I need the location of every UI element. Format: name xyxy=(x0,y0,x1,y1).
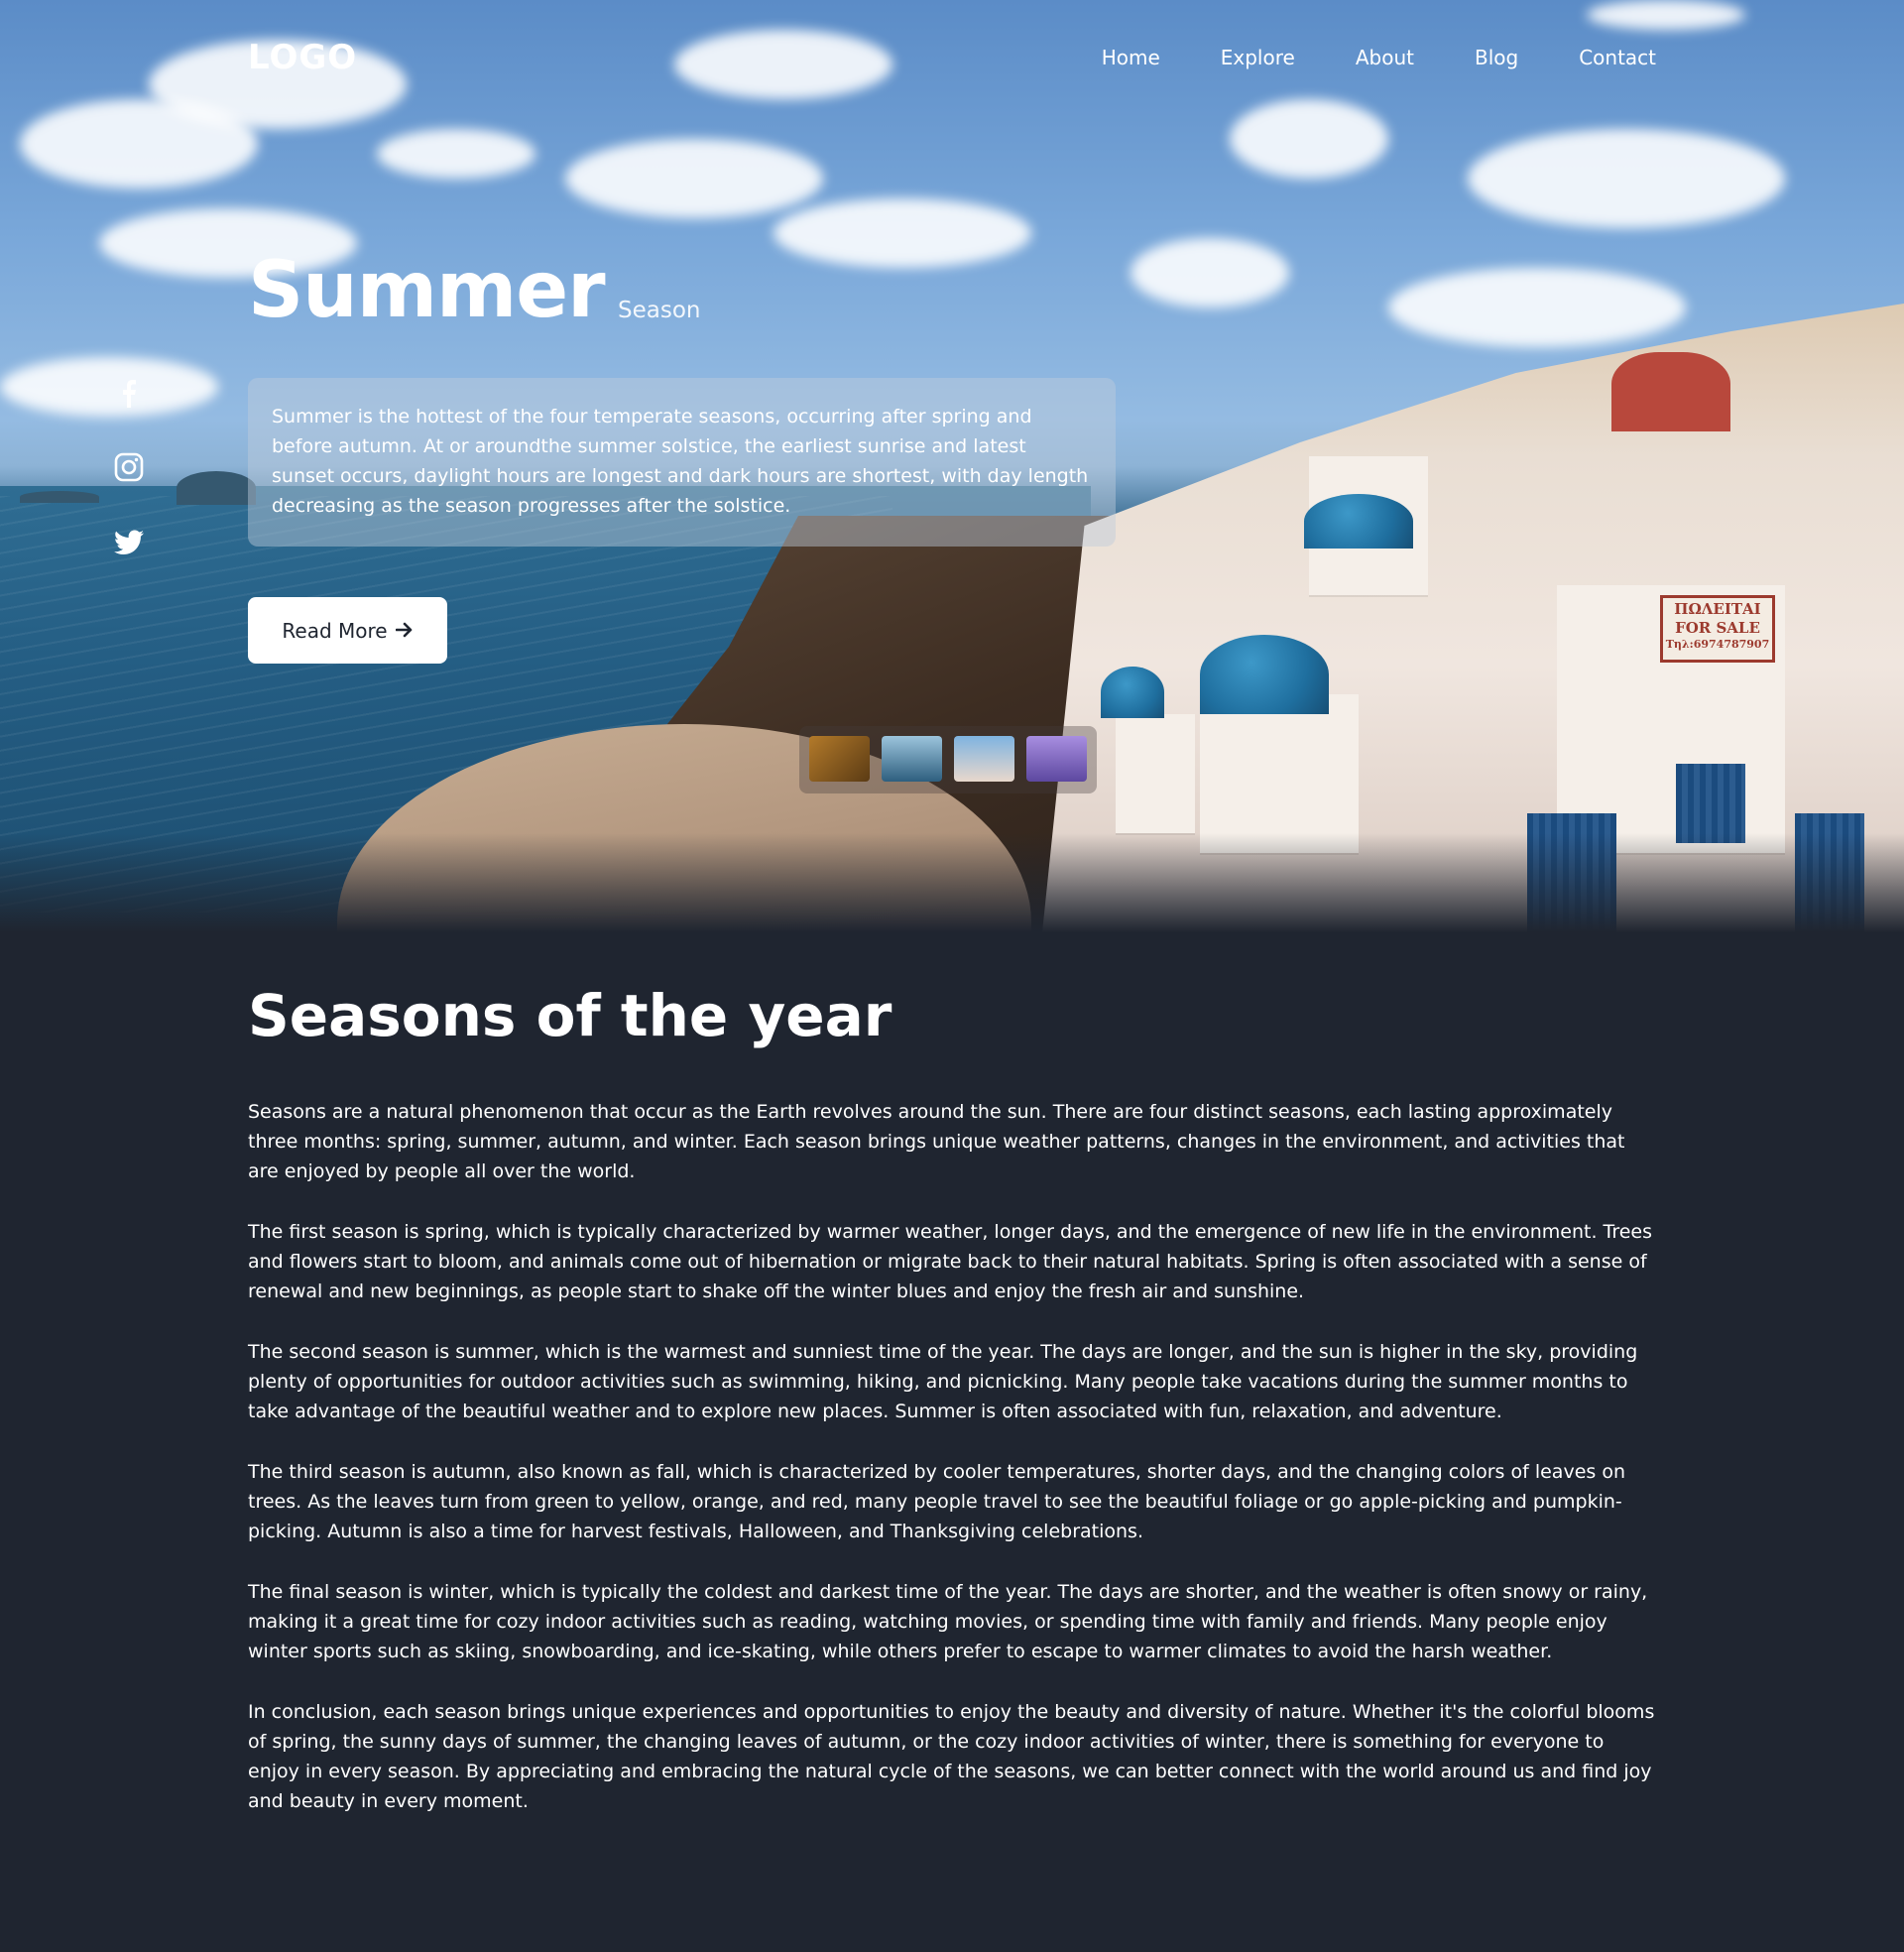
winter-thumbnail[interactable] xyxy=(882,736,942,782)
cloud xyxy=(1230,99,1388,179)
paragraph: The third season is autumn, also known a… xyxy=(248,1461,1625,1542)
paragraph: In conclusion, each season brings unique… xyxy=(248,1701,1655,1812)
house xyxy=(1200,694,1359,853)
main-nav: Home Explore About Blog Contact xyxy=(1102,46,1656,69)
cloud xyxy=(1130,238,1289,307)
red-building xyxy=(1611,352,1730,431)
twitter-icon[interactable] xyxy=(111,525,147,560)
hero-subtitle: Season xyxy=(618,298,701,323)
hero-fade xyxy=(0,833,1904,932)
article-body: Seasons are a natural phenomenon that oc… xyxy=(248,1097,1656,1847)
cloud xyxy=(1468,129,1785,228)
sign-line: FOR SALE xyxy=(1675,619,1760,637)
section-title: Seasons of the year xyxy=(248,982,892,1049)
cloud xyxy=(1587,0,1745,30)
island xyxy=(20,491,99,503)
cloud xyxy=(565,139,823,218)
thumbnail-carousel xyxy=(799,726,1097,793)
cloud xyxy=(1388,268,1686,347)
cloud xyxy=(0,357,218,417)
paragraph: The final season is winter, which is typ… xyxy=(248,1581,1648,1662)
nav-explore[interactable]: Explore xyxy=(1221,46,1295,69)
for-sale-sign: ΠΩΛΕΙΤΑΙ FOR SALE Τηλ:6974787907 xyxy=(1660,595,1775,663)
dome xyxy=(1101,667,1164,718)
read-more-button[interactable]: Read More xyxy=(248,597,447,664)
nav-about[interactable]: About xyxy=(1356,46,1414,69)
facebook-icon[interactable] xyxy=(111,375,147,411)
spring-thumbnail[interactable] xyxy=(1026,736,1087,782)
hero-title: Summer xyxy=(248,246,606,335)
cloud xyxy=(377,129,536,179)
logo[interactable]: LOGO xyxy=(248,38,357,77)
dome xyxy=(1200,635,1329,714)
dome xyxy=(1304,494,1413,549)
cloud xyxy=(774,198,1031,268)
nav-home[interactable]: Home xyxy=(1102,46,1160,69)
autumn-thumbnail[interactable] xyxy=(809,736,870,782)
cloud xyxy=(674,30,892,99)
paragraph: The second season is summer, which is th… xyxy=(248,1341,1638,1422)
summer-thumbnail[interactable] xyxy=(954,736,1014,782)
hero-description: Summer is the hottest of the four temper… xyxy=(248,378,1116,547)
island xyxy=(177,471,256,505)
sign-line: Τηλ:6974787907 xyxy=(1665,638,1770,651)
paragraph: The first season is spring, which is typ… xyxy=(248,1221,1653,1302)
blue-gate xyxy=(1676,764,1745,843)
house xyxy=(1116,714,1195,833)
paragraph: Seasons are a natural phenomenon that oc… xyxy=(248,1101,1625,1182)
read-more-label: Read More xyxy=(282,618,388,643)
arrow-right-icon xyxy=(395,619,414,643)
nav-contact[interactable]: Contact xyxy=(1579,46,1656,69)
instagram-icon[interactable] xyxy=(111,449,147,485)
cloud xyxy=(20,99,258,188)
sign-line: ΠΩΛΕΙΤΑΙ xyxy=(1674,600,1761,618)
nav-blog[interactable]: Blog xyxy=(1475,46,1518,69)
